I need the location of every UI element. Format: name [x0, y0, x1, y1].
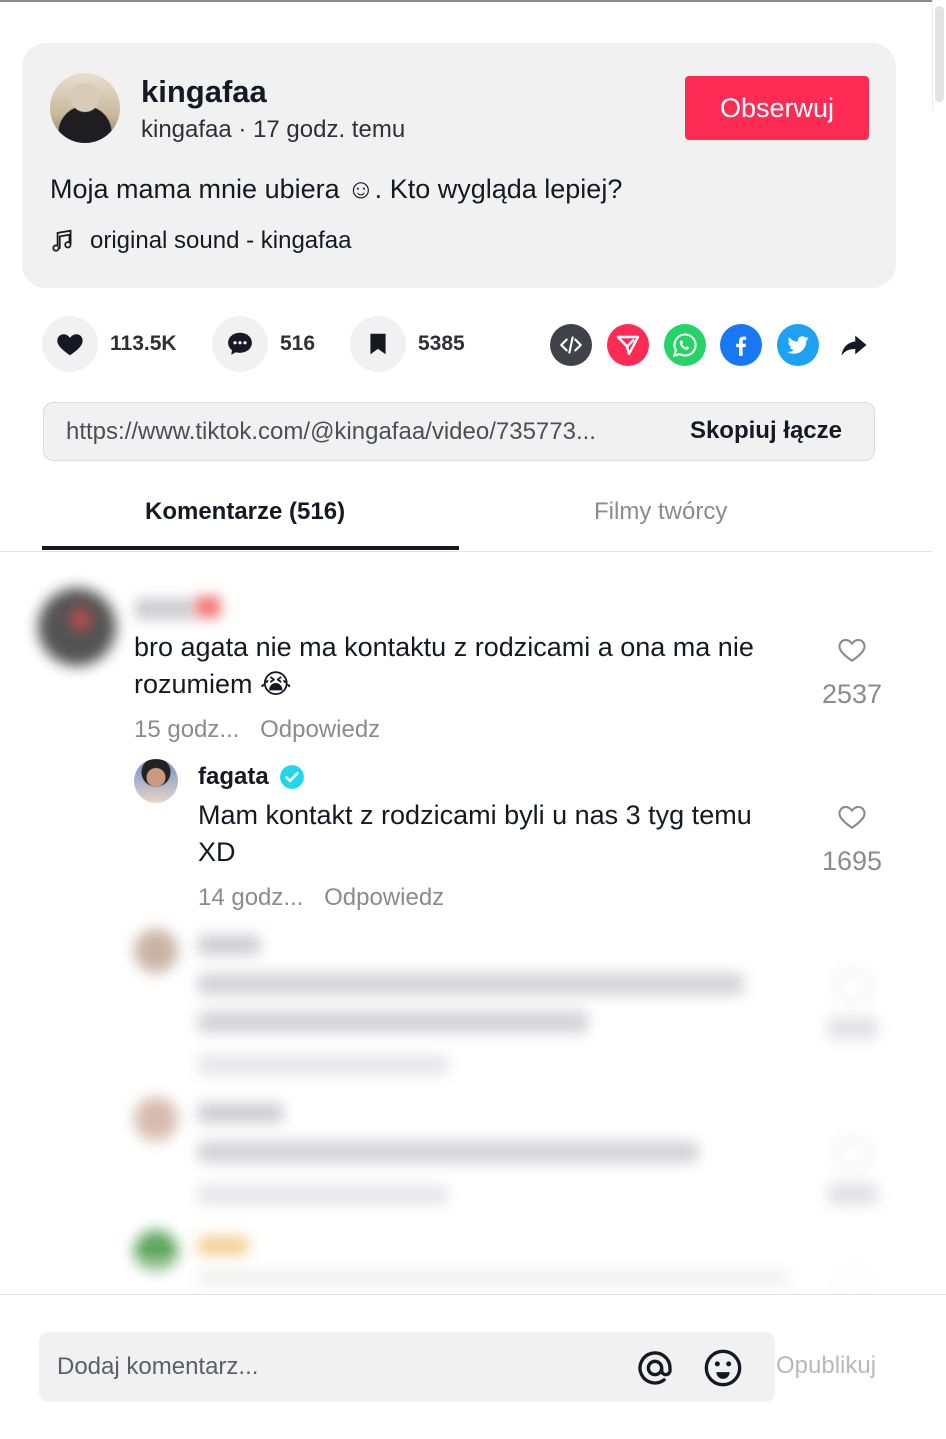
action-bar: 113.5K 516 5385	[42, 316, 882, 374]
save-count: 5385	[418, 332, 465, 355]
verified-badge-icon	[279, 765, 304, 789]
music-title[interactable]: original sound - kingafaa	[90, 227, 352, 255]
embed-icon[interactable]	[550, 324, 592, 366]
save-stat[interactable]: 5385	[350, 316, 465, 372]
redacted-like-count	[828, 1183, 878, 1205]
heart-icon	[57, 334, 83, 356]
scrollbar-thumb[interactable]	[935, 6, 944, 102]
scrollbar[interactable]	[932, 0, 946, 110]
comment-count: 516	[280, 332, 316, 355]
reply-item-redacted	[0, 1093, 946, 1223]
reply-button[interactable]: Odpowiedz	[260, 716, 380, 743]
comment-like-count: 2537	[821, 679, 883, 709]
comment-bubble-icon	[228, 332, 252, 355]
tab-comments[interactable]: Komentarze (516)	[145, 498, 345, 526]
follow-button[interactable]: Obserwuj	[685, 76, 869, 140]
comment-text-line: rozumiem 😭	[134, 669, 292, 699]
music-link[interactable]: original sound - kingafaa	[50, 227, 352, 255]
reply-avatar[interactable]	[134, 759, 178, 803]
twitter-bird-icon	[787, 336, 809, 354]
redacted-text	[198, 973, 743, 995]
twitter-icon[interactable]	[777, 324, 819, 366]
reply-username[interactable]: fagata	[198, 763, 269, 791]
comment-time: 15 godz...	[134, 716, 240, 743]
comment-stat[interactable]: 516	[212, 316, 315, 372]
comment-button[interactable]	[212, 316, 268, 372]
whatsapp-logo-icon	[673, 333, 697, 357]
like-button[interactable]	[42, 316, 98, 372]
comment-text-line: bro agata nie ma kontaktu z rodzicami a …	[134, 632, 754, 662]
redacted-text	[198, 1141, 698, 1163]
send-to-friends-icon[interactable]	[607, 324, 649, 366]
comment-composer: Opublikuj	[0, 1294, 946, 1439]
comment-like[interactable]: 2537	[817, 634, 887, 710]
redacted-like-count	[828, 1017, 878, 1039]
commenter-badge-redacted	[195, 596, 221, 618]
like-count: 113.5K	[110, 332, 177, 355]
forward-arrow-icon	[841, 335, 867, 356]
content-tabs: Komentarze (516) Filmy twórcy	[0, 470, 932, 552]
reply-text-line: XD	[198, 837, 236, 867]
reply-text-line: Mam kontakt z rodzicami byli u nas 3 tyg…	[198, 800, 752, 830]
reply-time: 14 godz...	[198, 884, 304, 911]
reply-avatar-redacted[interactable]	[134, 1097, 178, 1141]
facebook-logo-icon	[736, 336, 747, 356]
facebook-icon[interactable]	[720, 324, 762, 366]
redacted-meta	[198, 1185, 448, 1205]
like-stat[interactable]: 113.5K	[42, 316, 177, 372]
window-top-border	[0, 0, 946, 2]
redacted-like-icon	[835, 971, 871, 1001]
post-caption: Moja mama mnie ubiera ☺. Kto wygląda lep…	[50, 174, 623, 204]
share-arrow-icon[interactable]	[833, 324, 875, 366]
author-avatar[interactable]	[50, 73, 120, 143]
list-fade	[0, 1250, 946, 1295]
reply-item: fagata Mam kontakt z rodzicami byli u na…	[0, 755, 946, 915]
reply-button[interactable]: Odpowiedz	[324, 884, 444, 911]
heart-outline-icon[interactable]	[835, 801, 869, 833]
reply-like-count: 1695	[821, 846, 883, 876]
redacted-meta	[198, 1055, 448, 1075]
author-name[interactable]: kingafaa	[141, 74, 267, 110]
redacted-username	[198, 935, 260, 955]
post-info-card: kingafaa kingafaa · 17 godz. temu Obserw…	[22, 43, 896, 288]
reply-username-row: fagata	[198, 763, 305, 791]
save-button[interactable]	[350, 316, 406, 372]
music-note-icon	[52, 229, 72, 252]
author-meta: kingafaa · 17 godz. temu	[141, 116, 406, 143]
redacted-like-icon	[835, 1139, 871, 1169]
mention-icon[interactable]	[635, 1348, 675, 1388]
comment-item: bro agata nie ma kontaktu z rodzicami a …	[0, 580, 946, 750]
post-comment-button[interactable]: Opublikuj	[776, 1352, 876, 1380]
heart-outline-icon[interactable]	[835, 634, 869, 666]
reply-avatar-redacted[interactable]	[134, 929, 178, 973]
tab-creator-videos[interactable]: Filmy twórcy	[594, 498, 727, 526]
whatsapp-icon[interactable]	[664, 324, 706, 366]
paper-plane-icon	[616, 335, 640, 356]
copy-link-button[interactable]: Skopiuj łącze	[690, 417, 842, 445]
reply-item-redacted	[0, 925, 946, 1085]
reply-meta: 14 godz... Odpowiedz	[198, 884, 444, 912]
video-link-box: https://www.tiktok.com/@kingafaa/video/7…	[43, 402, 875, 461]
bookmark-icon	[370, 333, 386, 355]
redacted-username	[198, 1103, 283, 1123]
comment-input-container[interactable]	[39, 1332, 775, 1402]
reply-like[interactable]: 1695	[817, 801, 887, 877]
comment-input[interactable]	[57, 1332, 617, 1402]
active-tab-indicator	[42, 546, 459, 550]
commenter-username-redacted[interactable]	[135, 598, 195, 620]
code-icon	[560, 336, 582, 354]
commenter-avatar[interactable]	[38, 588, 116, 666]
emoji-icon[interactable]	[703, 1348, 743, 1388]
video-url[interactable]: https://www.tiktok.com/@kingafaa/video/7…	[66, 418, 596, 446]
comment-meta: 15 godz... Odpowiedz	[134, 716, 380, 744]
redacted-text	[198, 1011, 588, 1033]
